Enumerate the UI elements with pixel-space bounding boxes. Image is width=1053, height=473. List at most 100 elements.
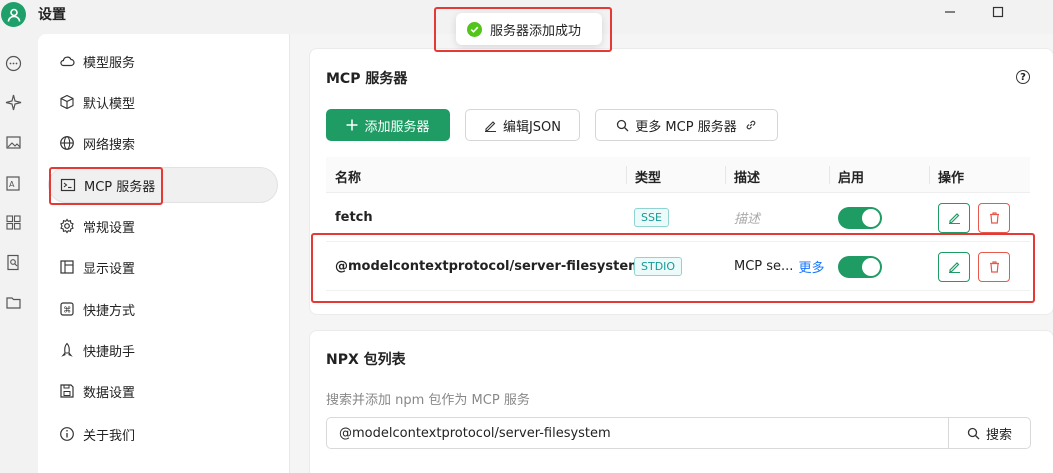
chat-icon[interactable] xyxy=(4,54,22,72)
column-divider xyxy=(929,166,930,184)
add-server-label: 添加服务器 xyxy=(364,119,430,135)
nav-item-label: 关于我们 xyxy=(83,428,136,444)
settings-nav: 模型服务 默认模型 网络搜索 MCP 服务器 常规设置 显示设置 ⌘ 快捷方式 … xyxy=(38,34,290,473)
column-header-name: 名称 xyxy=(335,171,362,186)
column-header-description: 描述 xyxy=(734,171,761,186)
maximize-button[interactable] xyxy=(988,4,1008,20)
minimize-button[interactable] xyxy=(940,4,960,20)
nav-item-default-model[interactable]: 默认模型 xyxy=(48,84,278,120)
delete-server-button[interactable] xyxy=(978,202,1010,233)
nav-item-display-settings[interactable]: 显示设置 xyxy=(48,249,278,285)
nav-item-about[interactable]: 关于我们 xyxy=(48,416,278,452)
nav-item-label: MCP 服务器 xyxy=(84,179,156,195)
table-header: 名称 类型 描述 启用 操作 xyxy=(326,157,1030,193)
apps-icon[interactable] xyxy=(4,213,22,231)
nav-item-label: 网络搜索 xyxy=(83,137,136,153)
cube-icon xyxy=(59,94,75,110)
description-more-link[interactable]: 更多 xyxy=(798,257,824,276)
layout-icon xyxy=(59,259,75,275)
command-icon: ⌘ xyxy=(59,301,75,317)
nav-item-label: 模型服务 xyxy=(83,55,136,71)
doc-search-icon[interactable] xyxy=(4,253,22,271)
sparkle-icon[interactable] xyxy=(4,93,22,111)
npx-search-button[interactable]: 搜索 xyxy=(948,417,1030,449)
column-divider xyxy=(829,166,830,184)
minimize-icon xyxy=(945,11,955,13)
server-description-placeholder: 描述 xyxy=(734,212,761,227)
column-header-type: 类型 xyxy=(635,171,662,186)
nav-item-data-settings[interactable]: 数据设置 xyxy=(48,373,278,409)
folder-icon[interactable] xyxy=(4,293,22,311)
translate-icon[interactable]: A xyxy=(4,174,22,192)
server-type-tag: STDIO xyxy=(634,257,683,276)
table-row: fetch SSE 描述 xyxy=(326,193,1030,242)
pen-icon xyxy=(484,120,496,132)
server-name: fetch xyxy=(335,210,373,225)
more-mcp-servers-button[interactable]: 更多 MCP 服务器 xyxy=(595,109,778,141)
npx-search-label: 搜索 xyxy=(985,427,1012,443)
user-avatar[interactable] xyxy=(1,2,26,27)
plus-icon xyxy=(346,119,358,131)
nav-item-web-search[interactable]: 网络搜索 xyxy=(48,125,278,161)
server-name: @modelcontextprotocol/server-filesystem xyxy=(335,259,642,274)
column-header-enabled: 启用 xyxy=(838,171,865,186)
help-icon[interactable]: ? xyxy=(1016,70,1030,84)
maximize-icon xyxy=(992,6,1004,18)
svg-text:⌘: ⌘ xyxy=(63,306,71,315)
nav-item-label: 默认模型 xyxy=(83,96,136,112)
nav-item-label: 数据设置 xyxy=(83,385,136,401)
nav-item-shortcuts[interactable]: ⌘ 快捷方式 xyxy=(48,291,278,327)
delete-server-button[interactable] xyxy=(978,251,1010,282)
column-divider xyxy=(725,166,726,184)
info-icon xyxy=(59,426,75,442)
nav-item-label: 常规设置 xyxy=(83,220,136,236)
terminal-icon xyxy=(60,177,76,193)
edit-json-label: 编辑JSON xyxy=(502,119,562,135)
pen-icon xyxy=(948,262,960,273)
toast-message: 服务器添加成功 xyxy=(490,23,582,39)
trash-icon xyxy=(989,212,999,224)
pen-icon xyxy=(948,213,960,224)
nav-item-quick-assistant[interactable]: 快捷助手 xyxy=(48,332,278,368)
nav-item-label: 显示设置 xyxy=(83,261,136,277)
user-icon xyxy=(7,8,20,22)
edit-json-button[interactable]: 编辑JSON xyxy=(465,109,580,141)
table-row: @modelcontextprotocol/server-filesystem … xyxy=(326,242,1030,291)
success-toast: 服务器添加成功 xyxy=(456,13,602,45)
nav-item-model-service[interactable]: 模型服务 xyxy=(48,43,278,79)
nav-item-general-settings[interactable]: 常规设置 xyxy=(48,208,278,244)
column-divider xyxy=(626,166,627,184)
npx-search-box: 搜索 xyxy=(326,417,1031,449)
mcp-card-title: MCP 服务器 xyxy=(326,71,408,87)
npx-card-title: NPX 包列表 xyxy=(326,352,406,368)
nav-item-mcp-server[interactable]: MCP 服务器 xyxy=(48,167,278,203)
link-icon xyxy=(746,120,756,130)
image-icon[interactable] xyxy=(4,133,22,151)
rocket-icon xyxy=(59,342,75,358)
trash-icon xyxy=(989,261,999,273)
edit-server-button[interactable] xyxy=(938,251,970,282)
globe-icon xyxy=(59,135,75,151)
gear-icon xyxy=(59,218,75,234)
cloud-icon xyxy=(59,53,75,69)
column-header-actions: 操作 xyxy=(938,171,965,186)
app-icon-rail: A xyxy=(0,34,28,473)
server-enabled-toggle[interactable] xyxy=(838,206,882,229)
search-icon xyxy=(967,427,980,439)
npx-search-input[interactable] xyxy=(327,418,949,448)
add-server-button[interactable]: 添加服务器 xyxy=(326,109,450,141)
search-icon xyxy=(617,119,629,131)
more-mcp-label: 更多 MCP 服务器 xyxy=(635,119,737,135)
mcp-servers-card: MCP 服务器 ? 添加服务器 编辑JSON 更多 MCP 服务器 名称 类型 … xyxy=(309,48,1053,315)
nav-item-label: 快捷助手 xyxy=(83,344,136,360)
window-title: 设置 xyxy=(38,7,66,23)
npx-description: 搜索并添加 npm 包作为 MCP 服务 xyxy=(326,393,530,408)
success-check-icon xyxy=(467,21,482,37)
edit-server-button[interactable] xyxy=(938,202,970,233)
svg-text:A: A xyxy=(9,180,15,189)
save-icon xyxy=(59,383,75,399)
server-enabled-toggle[interactable] xyxy=(838,255,882,278)
main-content: MCP 服务器 ? 添加服务器 编辑JSON 更多 MCP 服务器 名称 类型 … xyxy=(290,34,1053,473)
server-type-tag: SSE xyxy=(634,208,669,227)
nav-item-label: 快捷方式 xyxy=(83,303,136,319)
